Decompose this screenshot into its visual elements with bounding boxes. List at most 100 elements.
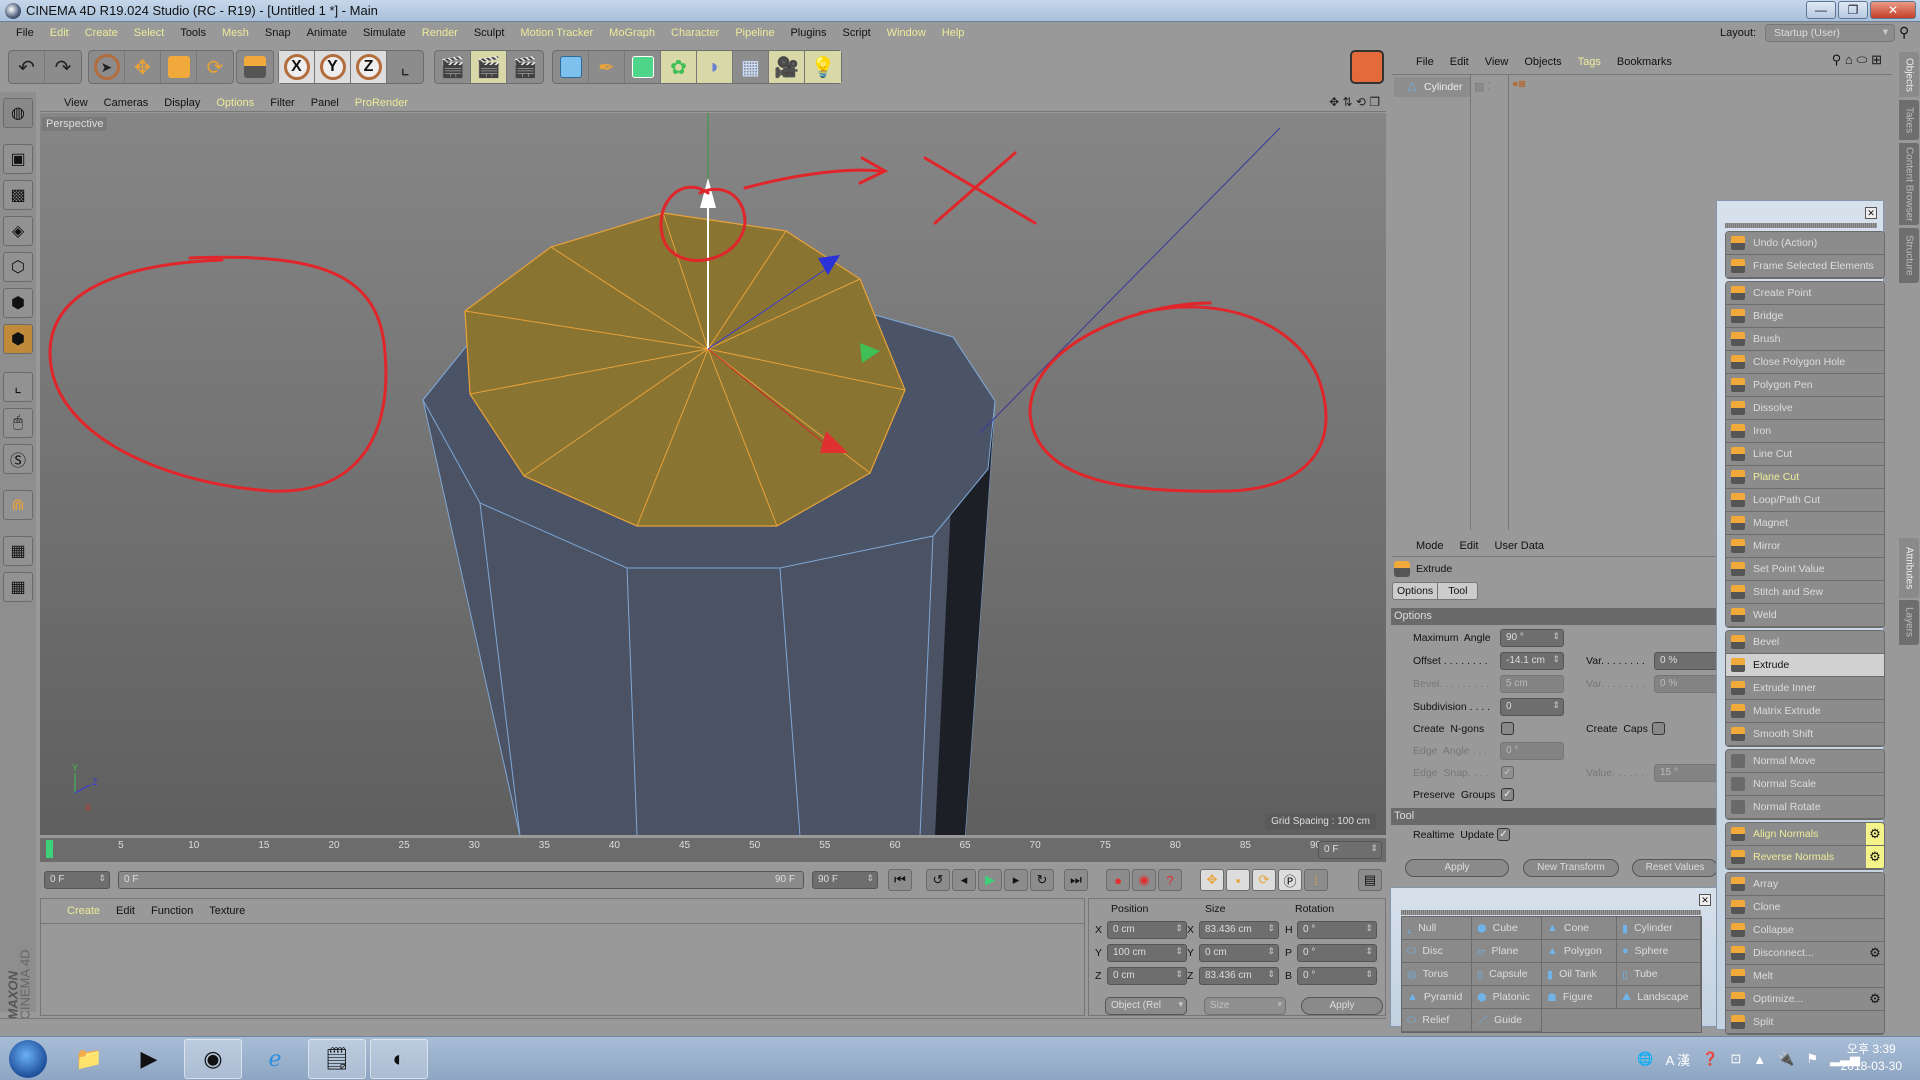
primitive-disc[interactable]: ⬭ Disc bbox=[1402, 940, 1472, 963]
drag-handle[interactable] bbox=[1725, 223, 1877, 228]
command-dissolve[interactable]: Dissolve bbox=[1726, 397, 1884, 420]
recent-tool-icon[interactable] bbox=[237, 51, 273, 83]
tab-options[interactable]: Options bbox=[1393, 583, 1439, 599]
size-field[interactable]: 0 cm ⇕ bbox=[1199, 944, 1279, 962]
menu-bookmarks[interactable]: Bookmarks bbox=[1609, 56, 1680, 68]
primitive-guide[interactable]: ／ Guide bbox=[1472, 1009, 1542, 1032]
material-area[interactable] bbox=[41, 923, 1084, 924]
side-tab-takes[interactable]: Takes bbox=[1899, 100, 1919, 140]
pos-field[interactable]: 0 cm ⇕ bbox=[1107, 921, 1187, 939]
command-normal-move[interactable]: Normal Move bbox=[1726, 750, 1884, 773]
rot-field[interactable]: 0 ° ⇕ bbox=[1297, 967, 1377, 985]
menu-animate[interactable]: Animate bbox=[299, 27, 355, 39]
command-extrude[interactable]: Extrude bbox=[1726, 654, 1884, 677]
primitive-polygon[interactable]: ▲ Polygon bbox=[1542, 940, 1617, 963]
clock[interactable]: 오후 3:39 2018-03-30 bbox=[1841, 1041, 1902, 1075]
menu-filter[interactable]: Filter bbox=[262, 97, 302, 109]
record-point-level-button[interactable]: ⁞ bbox=[1304, 869, 1328, 891]
menu-panel[interactable]: Panel bbox=[303, 97, 347, 109]
menu-pipeline[interactable]: Pipeline bbox=[727, 27, 782, 39]
menu-view[interactable]: View bbox=[1477, 56, 1517, 68]
record-keys-button[interactable]: ● bbox=[1106, 869, 1130, 891]
3d-viewport[interactable]: Perspective Y Z X Grid Spacing: 100 cm bbox=[40, 113, 1386, 835]
ime-globe-icon[interactable]: 🌐 bbox=[1637, 1051, 1653, 1067]
minimize-button[interactable]: — bbox=[1806, 1, 1836, 19]
primitive-landscape[interactable]: ⛰ Landscape bbox=[1617, 986, 1701, 1009]
command-undo-action[interactable]: Undo (Action) bbox=[1726, 232, 1884, 255]
show-hidden-icons[interactable]: ▲ bbox=[1753, 1052, 1766, 1067]
command-normal-rotate[interactable]: Normal Rotate bbox=[1726, 796, 1884, 819]
command-clone[interactable]: Clone bbox=[1726, 896, 1884, 919]
menu-edit[interactable]: Edit bbox=[42, 27, 77, 39]
timeline-ruler[interactable]: 051015202530354045505560657075808590 0 F… bbox=[40, 838, 1386, 862]
menu-objects[interactable]: Objects bbox=[1516, 56, 1569, 68]
side-tab-layers[interactable]: Layers bbox=[1899, 600, 1919, 645]
command-extrude-inner[interactable]: Extrude Inner bbox=[1726, 677, 1884, 700]
command-melt[interactable]: Melt bbox=[1726, 965, 1884, 988]
next-frame-button[interactable]: ▸ bbox=[1004, 869, 1028, 891]
menu-script[interactable]: Script bbox=[835, 27, 879, 39]
next-key-button[interactable]: ↻ bbox=[1030, 869, 1054, 891]
menu-sculpt[interactable]: Sculpt bbox=[466, 27, 513, 39]
live-selection-icon[interactable]: ➤ bbox=[89, 51, 125, 83]
media-player-icon[interactable]: ▶ bbox=[120, 1039, 178, 1079]
size-mode-select[interactable]: Size ▾ bbox=[1204, 997, 1286, 1015]
make-editable-icon[interactable]: ◍ bbox=[3, 98, 33, 128]
workplane-mode-icon[interactable]: ◈ bbox=[3, 216, 33, 246]
command-collapse[interactable]: Collapse bbox=[1726, 919, 1884, 942]
menu-mograph[interactable]: MoGraph bbox=[601, 27, 663, 39]
menu-tags[interactable]: Tags bbox=[1570, 56, 1609, 68]
command-line-cut[interactable]: Line Cut bbox=[1726, 443, 1884, 466]
command-normal-scale[interactable]: Normal Scale bbox=[1726, 773, 1884, 796]
menu-file[interactable]: File bbox=[1408, 56, 1442, 68]
gear-icon[interactable]: ⚙ bbox=[1866, 846, 1884, 868]
keyframe-selection-button[interactable]: ? bbox=[1158, 869, 1182, 891]
menu-snap[interactable]: Snap bbox=[257, 27, 299, 39]
objmgr-toolbar-icons[interactable]: ⚲ ⌂ ⬭ ⊞ bbox=[1832, 52, 1882, 68]
menu-select[interactable]: Select bbox=[126, 27, 173, 39]
command-smooth-shift[interactable]: Smooth Shift bbox=[1726, 723, 1884, 746]
deformer-icon[interactable]: ◗ bbox=[697, 51, 733, 83]
redo-icon[interactable]: ↷ bbox=[45, 51, 81, 83]
menu-user-data[interactable]: User Data bbox=[1487, 540, 1553, 552]
light-icon[interactable]: 💡 bbox=[805, 51, 841, 83]
command-brush[interactable]: Brush bbox=[1726, 328, 1884, 351]
rotate-icon[interactable]: ⟳ bbox=[197, 51, 233, 83]
visibility-toggle-icon[interactable]: ▨ ⁚ bbox=[1474, 80, 1491, 93]
model-mode-icon[interactable]: ▣ bbox=[3, 144, 33, 174]
polygons-mode-icon[interactable]: ⬢ bbox=[3, 324, 33, 354]
primitive-cone[interactable]: ▲ Cone bbox=[1542, 917, 1617, 940]
language-bar-icon[interactable]: ⊡ bbox=[1730, 1051, 1741, 1067]
drag-handle[interactable] bbox=[1401, 910, 1701, 915]
tool-apply-button[interactable]: Apply bbox=[1405, 859, 1509, 877]
command-matrix-extrude[interactable]: Matrix Extrude bbox=[1726, 700, 1884, 723]
record-scale-button[interactable]: ▪ bbox=[1226, 869, 1250, 891]
ime-mode[interactable]: A 漢 bbox=[1666, 1050, 1691, 1069]
primitive-torus[interactable]: ◎ Torus bbox=[1402, 963, 1472, 986]
planar-workplane-icon[interactable]: ▦ bbox=[3, 572, 33, 602]
tab-tool[interactable]: Tool bbox=[1438, 583, 1477, 599]
rot-field[interactable]: 0 ° ⇕ bbox=[1297, 921, 1377, 939]
primitive-tube[interactable]: ▯ Tube bbox=[1617, 963, 1701, 986]
side-tab-structure[interactable]: Structure bbox=[1899, 228, 1919, 283]
frame-range-slider[interactable]: 0 F 90 F bbox=[118, 871, 804, 889]
menu-options[interactable]: Options bbox=[208, 97, 262, 109]
menu-mesh[interactable]: Mesh bbox=[214, 27, 257, 39]
gear-icon[interactable]: ⚙ bbox=[1866, 988, 1884, 1010]
restore-button[interactable]: ❐ bbox=[1838, 1, 1868, 19]
reset-values-button[interactable]: Reset Values bbox=[1632, 859, 1718, 877]
primitive-figure[interactable]: ☗ Figure bbox=[1542, 986, 1617, 1009]
menu-edit[interactable]: Edit bbox=[1452, 540, 1487, 552]
create-ngons-checkbox[interactable] bbox=[1501, 722, 1514, 735]
previous-key-button[interactable]: ↺ bbox=[926, 869, 950, 891]
edges-mode-icon[interactable]: ⬢ bbox=[3, 288, 33, 318]
command-bridge[interactable]: Bridge bbox=[1726, 305, 1884, 328]
menu-prorender[interactable]: ProRender bbox=[347, 97, 416, 109]
power-icon[interactable]: 🔌 bbox=[1778, 1051, 1794, 1067]
previous-frame-button[interactable]: ◂ bbox=[952, 869, 976, 891]
primitive-platonic[interactable]: ⬢ Platonic bbox=[1472, 986, 1542, 1009]
realtime-update-checkbox[interactable]: ✓ bbox=[1497, 828, 1510, 841]
menu-character[interactable]: Character bbox=[663, 27, 727, 39]
sticky-notes-icon[interactable]: 🗒 bbox=[308, 1039, 366, 1079]
layout-select[interactable]: Startup (User) ▾ bbox=[1765, 24, 1895, 42]
